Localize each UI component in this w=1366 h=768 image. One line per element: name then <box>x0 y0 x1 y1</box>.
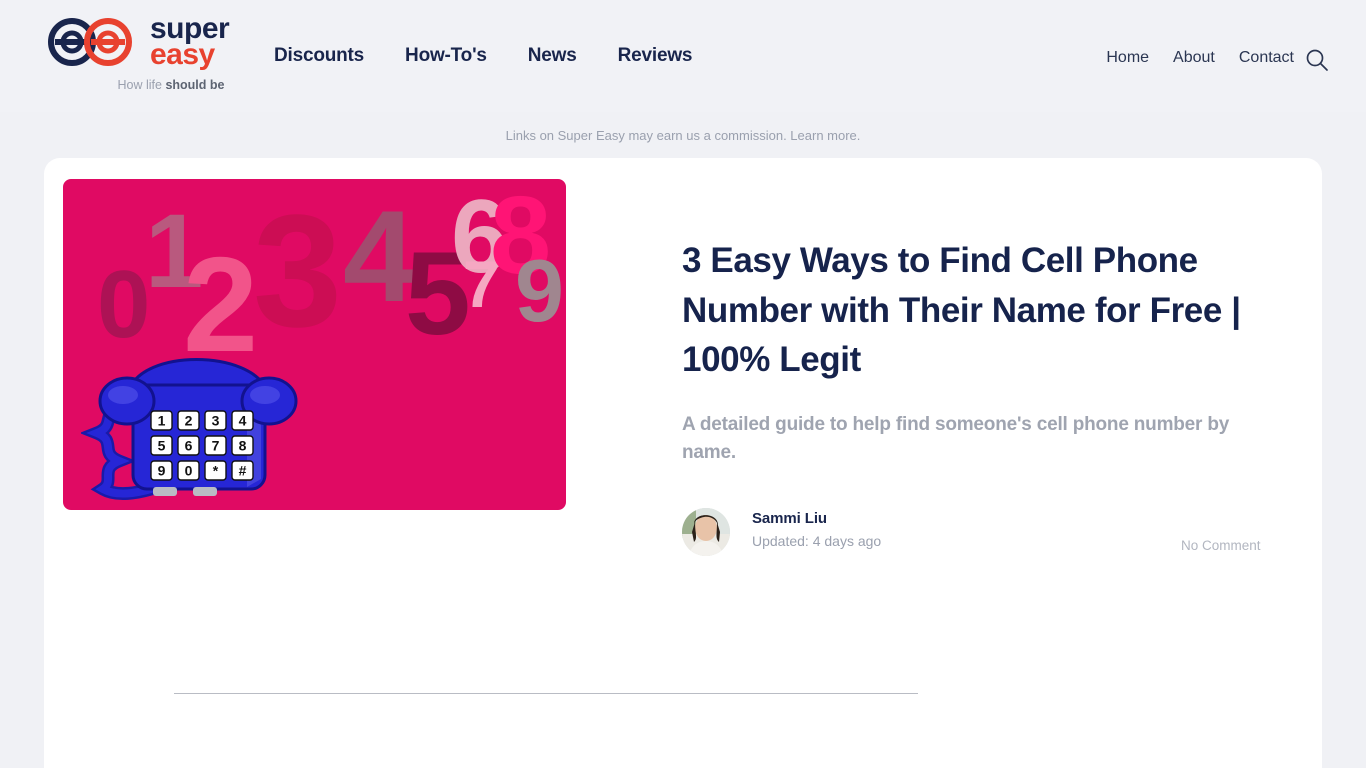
disclaimer-text: Links on Super Easy may earn us a commis… <box>505 128 791 143</box>
nav-item-home[interactable]: Home <box>1106 49 1149 67</box>
updated-timestamp: Updated: 4 days ago <box>752 533 882 549</box>
byline-text: Sammi Liu Updated: 4 days ago <box>752 510 881 549</box>
comment-count[interactable]: No Comment <box>1181 538 1261 553</box>
affiliate-disclaimer: Links on Super Easy may earn us a commis… <box>0 128 1366 143</box>
keypad-label-*: * <box>213 463 219 479</box>
super-easy-logo-icon <box>44 17 140 66</box>
hero-digit-3: 3 <box>253 181 342 360</box>
nav-item-reviews[interactable]: Reviews <box>618 45 693 67</box>
page-root: super easy How life should be Discounts … <box>0 0 1366 768</box>
page-title: 3 Easy Ways to Find Cell Phone Number wi… <box>682 241 1241 380</box>
keypad-label-8: 8 <box>239 438 247 454</box>
primary-navigation: Discounts How-To's News Reviews <box>274 45 692 67</box>
article-byline: Sammi Liu Updated: 4 days ago No Comment <box>682 508 1282 568</box>
hero-digit-9: 9 <box>515 241 564 340</box>
secondary-navigation: Home About Contact <box>1106 49 1294 67</box>
keypad-label-3: 3 <box>212 413 220 429</box>
logo-tagline: How life should be <box>81 78 261 92</box>
nav-item-discounts[interactable]: Discounts <box>274 45 364 67</box>
keypad-label-0: 0 <box>185 463 193 479</box>
author-name[interactable]: Sammi Liu <box>752 510 881 527</box>
nav-item-about[interactable]: About <box>1173 49 1215 67</box>
telephone-illustration: 1 2 3 4 5 6 7 8 9 0 * # <box>79 329 311 509</box>
content-divider <box>174 693 918 694</box>
article-hero-image: 0 1 2 3 4 5 6 7 8 9 1 2 3 4 5 6 7 8 9 0 * # <box>63 179 566 510</box>
keypad-label-#: # <box>239 463 247 479</box>
logo-text-easy: easy <box>150 37 215 71</box>
nav-item-news[interactable]: News <box>528 45 577 67</box>
keypad-label-9: 9 <box>158 463 166 479</box>
learn-more-link[interactable]: Learn more. <box>790 128 860 143</box>
keypad-label-6: 6 <box>185 438 193 454</box>
article-subtitle: A detailed guide to help find someone's … <box>682 414 1230 464</box>
keypad-label-2: 2 <box>185 413 193 429</box>
nav-item-contact[interactable]: Contact <box>1239 49 1294 67</box>
article-card: 0 1 2 3 4 5 6 7 8 9 1 2 3 4 5 6 7 8 9 0 * # 3 Eas… <box>44 158 1322 768</box>
keypad-label-7: 7 <box>212 438 220 454</box>
avatar[interactable] <box>682 508 730 556</box>
tagline-light: How life <box>117 78 166 92</box>
keypad-label-1: 1 <box>158 413 166 429</box>
keypad-label-5: 5 <box>158 438 166 454</box>
article-header: 3 Easy Ways to Find Cell Phone Number wi… <box>682 236 1282 467</box>
site-header: super easy How life should be Discounts … <box>0 0 1366 112</box>
nav-item-how-tos[interactable]: How-To's <box>405 45 487 67</box>
keypad-label-4: 4 <box>239 413 247 429</box>
tagline-bold: should be <box>165 78 225 92</box>
search-icon[interactable] <box>1304 47 1330 73</box>
